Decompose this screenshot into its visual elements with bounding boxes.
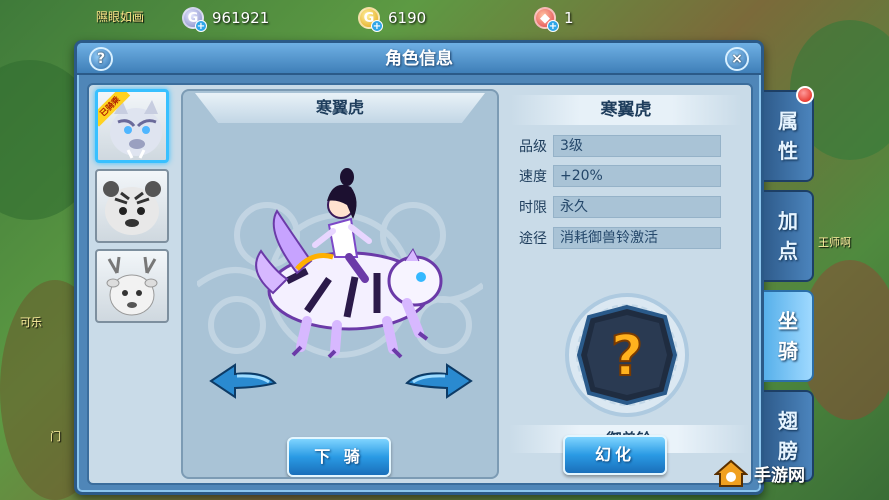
silver-currency[interactable]: G + 961921: [182, 5, 270, 32]
silver-value: 961921: [212, 9, 270, 27]
info-row-speed: 速度 +20%: [509, 165, 721, 187]
gold-currency[interactable]: G + 6190: [358, 5, 427, 32]
dismount-button[interactable]: 下 骑: [287, 437, 391, 477]
mount-portrait-1[interactable]: 已骑乘: [95, 89, 169, 163]
add-gold-icon[interactable]: +: [371, 20, 383, 32]
watermark-logo-icon: [714, 459, 748, 487]
gem-currency[interactable]: ◆ + 1: [534, 5, 574, 32]
info-value: +20%: [553, 165, 721, 187]
side-tabs: 属性 加点 坐骑 翅膀: [764, 90, 814, 490]
striped-tiger-icon: [103, 181, 161, 235]
npc-label: 王师啊: [818, 236, 851, 249]
rotate-left-arrow-icon[interactable]: [207, 361, 279, 401]
help-button[interactable]: ?: [89, 47, 113, 71]
info-row-duration: 时限 永久: [509, 196, 721, 218]
npc-label: 可乐: [20, 316, 42, 329]
mount-list: 已骑乘: [95, 89, 171, 329]
info-value: 3级: [553, 135, 721, 157]
white-tiger-mount-model: [255, 168, 443, 359]
tab-label: 翅膀: [778, 409, 798, 463]
info-row-source: 途径 消耗御兽铃激活: [509, 227, 721, 249]
player-name[interactable]: 隰眼如画: [96, 8, 144, 25]
info-row-grade: 品级 3级: [509, 135, 721, 157]
tab-add-points[interactable]: 加点: [764, 190, 814, 282]
add-silver-icon[interactable]: +: [195, 20, 207, 32]
tab-label: 加点: [778, 209, 798, 263]
mount-portrait-2[interactable]: [95, 169, 169, 243]
npc-label: 门: [50, 430, 61, 443]
silver-coin-icon: G +: [182, 7, 207, 32]
stage-mount-name: 寒翼虎: [195, 93, 485, 123]
mount-portrait-3[interactable]: [95, 249, 169, 323]
item-slot[interactable]: ?: [557, 285, 697, 425]
info-key: 时限: [519, 200, 547, 216]
close-button[interactable]: ×: [725, 47, 749, 71]
gold-value: 6190: [388, 9, 427, 27]
rotate-right-arrow-icon[interactable]: [403, 361, 475, 401]
notification-dot: [796, 86, 814, 104]
info-mount-name: 寒翼虎: [511, 95, 741, 125]
info-key: 速度: [519, 169, 547, 185]
white-deer-icon: [106, 256, 158, 316]
tab-mount[interactable]: 坐骑: [764, 290, 814, 382]
character-info-panel: 角色信息 ? × 已骑乘 寒翼虎 下 骑 寒翼虎 品级 3级 速度 +20% 时…: [74, 40, 764, 495]
add-gem-icon[interactable]: +: [547, 20, 559, 32]
gem-icon: ◆ +: [534, 7, 559, 32]
gold-coin-icon: G +: [358, 7, 383, 32]
info-key: 途径: [519, 231, 547, 247]
info-value: 消耗御兽铃激活: [553, 227, 721, 249]
watermark: 手游网: [714, 458, 805, 488]
watermark-text: 手游网: [754, 465, 805, 486]
info-key: 品级: [519, 139, 547, 155]
info-value: 永久: [553, 196, 721, 218]
currency-bar: 隰眼如画 G + 961921 G + 6190 ◆ + 1: [0, 0, 889, 36]
transform-button[interactable]: 幻化: [563, 435, 667, 475]
question-mark-icon: ?: [611, 324, 643, 389]
mount-display-stage: 寒翼虎 下 骑: [181, 89, 499, 479]
gem-value: 1: [564, 9, 574, 27]
tab-label: 坐骑: [778, 309, 798, 363]
tab-label: 属性: [778, 109, 798, 163]
panel-content: 已骑乘 寒翼虎 下 骑 寒翼虎 品级 3级 速度 +20% 时限 永久 途径 消…: [87, 83, 753, 485]
panel-title: 角色信息: [77, 43, 761, 75]
